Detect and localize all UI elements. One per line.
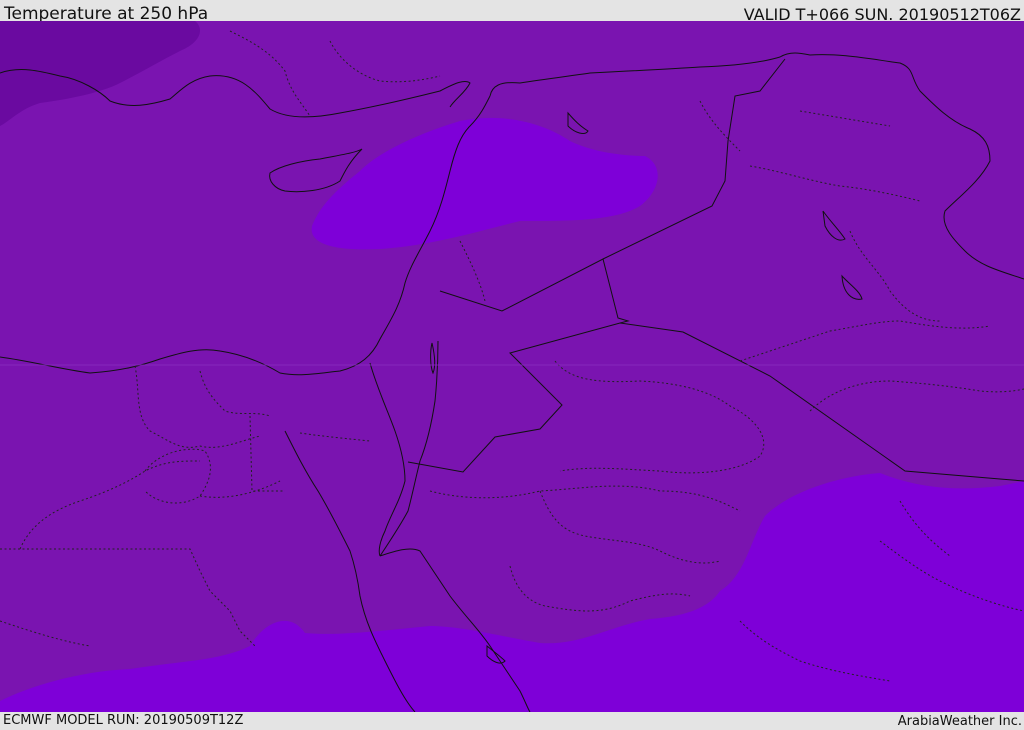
temperature-map[interactable] [0, 21, 1024, 712]
credit-label: ArabiaWeather Inc. [897, 714, 1022, 729]
footer-bar: ECMWF MODEL RUN: 20190509T12Z ArabiaWeat… [0, 712, 1024, 729]
model-run-label: ECMWF MODEL RUN: 20190509T12Z [3, 713, 244, 728]
header-bar: Temperature at 250 hPa VALID T+066 SUN. … [0, 0, 1024, 24]
